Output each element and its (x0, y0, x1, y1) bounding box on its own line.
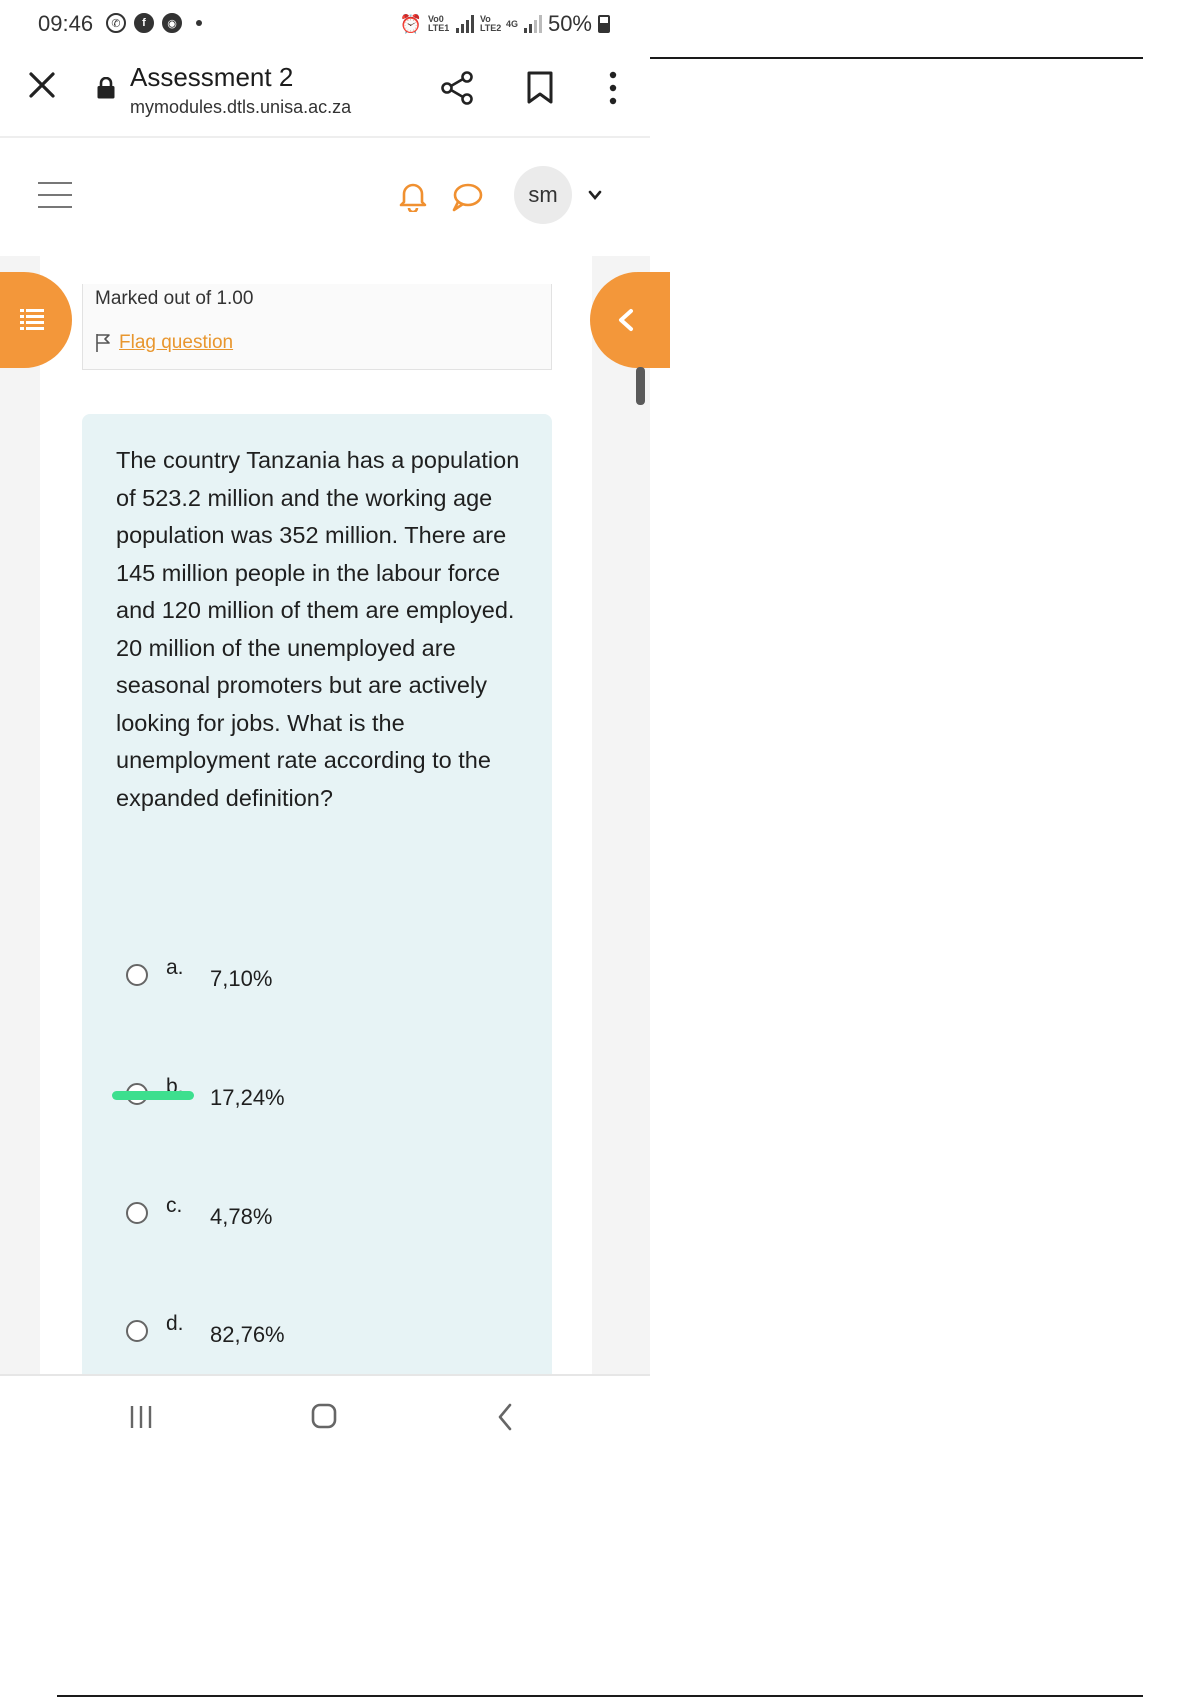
page-body: Marked out of 1.00 Flag question The cou… (0, 256, 650, 1374)
app-header: sm (0, 140, 650, 255)
option-text: 7,10% (210, 966, 273, 991)
lock-icon (97, 77, 115, 99)
alarm-icon: ⏰ (399, 13, 422, 34)
notifications-bell-icon[interactable] (398, 180, 428, 212)
answer-option-a[interactable]: a. 7,10% (126, 956, 506, 996)
whatsapp-icon: ✆ (106, 13, 126, 33)
page-url[interactable]: mymodules.dtls.unisa.ac.za (130, 97, 351, 118)
option-letter: d. (166, 1312, 184, 1335)
question-box: The country Tanzania has a population of… (82, 414, 552, 1374)
back-icon[interactable] (496, 1402, 514, 1432)
option-letter: c. (166, 1194, 183, 1217)
recent-apps-icon[interactable] (128, 1404, 154, 1430)
chrome-icon: ◉ (162, 13, 182, 33)
radio-button[interactable] (126, 1202, 148, 1224)
browser-toolbar: Assessment 2 mymodules.dtls.unisa.ac.za (0, 50, 650, 138)
home-icon[interactable] (310, 1402, 338, 1430)
question-info-box: Marked out of 1.00 Flag question (82, 284, 552, 370)
more-notifications-dot (196, 20, 202, 26)
signal-1-icon (455, 15, 474, 33)
option-letter: a. (166, 956, 184, 979)
radio-button[interactable] (126, 1320, 148, 1342)
scrollbar-thumb[interactable] (636, 367, 645, 405)
canvas-line-bottom (57, 1695, 1143, 1697)
more-vertical-icon[interactable] (606, 70, 620, 106)
facebook-icon: f (134, 13, 154, 33)
canvas-line-top (650, 57, 1143, 59)
user-avatar[interactable]: sm (514, 166, 572, 224)
chevron-left-icon (619, 309, 633, 331)
option-text: 17,24% (210, 1085, 285, 1110)
option-text: 4,78% (210, 1204, 273, 1229)
status-bar: 09:46 ✆ f ◉ ⏰ Vo0 LTE1 Vo LTE2 4G 50% (0, 0, 650, 50)
system-nav-bar (0, 1374, 650, 1454)
notification-icons: ✆ f ◉ (106, 13, 202, 33)
phone-screen: 09:46 ✆ f ◉ ⏰ Vo0 LTE1 Vo LTE2 4G 50% As… (0, 0, 670, 1500)
flag-question-label[interactable]: Flag question (119, 332, 233, 354)
answer-option-c[interactable]: c. 4,78% (126, 1194, 506, 1234)
menu-icon[interactable] (38, 182, 72, 210)
answer-option-d[interactable]: d. 82,76% (126, 1312, 506, 1352)
close-icon[interactable] (24, 67, 60, 103)
flag-question-link[interactable]: Flag question (95, 332, 233, 354)
page-title: Assessment 2 (130, 62, 294, 92)
status-time: 09:46 (38, 11, 94, 36)
flag-icon (96, 334, 110, 352)
radio-button[interactable] (126, 964, 148, 986)
battery-icon (598, 15, 610, 33)
chevron-down-icon[interactable] (587, 188, 603, 202)
system-status: ⏰ Vo0 LTE1 Vo LTE2 4G 50% (400, 11, 610, 37)
answer-option-b[interactable]: b. 17,24% (112, 1075, 506, 1115)
list-icon (20, 309, 44, 330)
lte2-label: Vo LTE2 (479, 14, 502, 33)
marked-out-text: Marked out of 1.00 (95, 288, 254, 309)
question-text: The country Tanzania has a population of… (116, 447, 520, 811)
4g-label: 4G (505, 18, 518, 29)
bookmark-icon[interactable] (526, 71, 554, 105)
battery-percent: 50% (547, 11, 592, 36)
option-text: 82,76% (210, 1322, 285, 1347)
signal-2-icon (523, 15, 542, 33)
messages-chat-icon[interactable] (451, 182, 483, 212)
green-highlight-mark (112, 1091, 194, 1100)
share-icon[interactable] (440, 70, 476, 106)
lte1-label: Vo0 LTE1 (427, 14, 450, 33)
